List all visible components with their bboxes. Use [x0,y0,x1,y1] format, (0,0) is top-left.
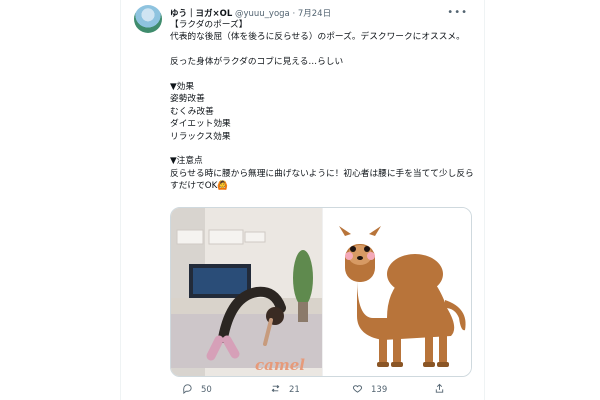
share-button[interactable] [434,383,445,397]
tweet-actions: 50 21 139 [170,383,470,397]
tweet-line [170,69,475,81]
yoga-photo[interactable]: camel [171,208,322,376]
tweet-line: 【ラクダのポーズ】 [170,20,248,30]
tweet-line [170,143,475,155]
media-caption: camel [255,356,305,374]
tweet-line: 反らせる時に腰から無理に曲げないように！初心者は腰に手を当てて少し反らすだけでO… [170,168,474,192]
tweet-line: 代表的な後屈（体を後ろに反らせる）のポーズ。デスクワークにオススメ。 [170,32,465,43]
more-options-icon[interactable]: ••• [447,7,468,18]
tweet-line: 反った身体がラクダのコブに見える…らしい [170,57,344,68]
like-count: 139 [371,385,388,395]
separator: · [292,9,296,19]
camel-illustration[interactable] [322,208,471,376]
retweet-icon [270,383,281,397]
like-button[interactable]: 139 [352,383,387,397]
tweet-date[interactable]: 7月24日 [298,9,331,19]
author-handle[interactable]: @yuuu_yoga [235,9,290,19]
tweet-text: 【ラクダのポーズ】 代表的な後屈（体を後ろに反らせる）のポーズ。デスクワークにオ… [170,19,475,193]
tweet-line: リラックス効果 [170,131,231,142]
author-name[interactable]: ゆう｜ヨガ×OL [170,9,232,19]
tweet-line: ▼注意点 [170,156,203,167]
reply-button[interactable]: 50 [182,383,212,397]
heart-icon [352,383,363,397]
reply-icon [182,383,193,397]
tweet-line: 姿勢改善 [170,94,205,105]
tweet-line [170,44,475,56]
media-grid[interactable]: camel [170,207,472,377]
retweet-count: 21 [289,385,300,395]
tweet-card[interactable]: ゆう｜ヨガ×OL @yuuu_yoga · 7月24日 ••• 【ラクダのポーズ… [120,0,485,400]
share-icon [434,383,445,397]
tweet-line: ▼効果 [170,82,195,92]
avatar[interactable] [134,5,162,33]
retweet-button[interactable]: 21 [270,383,300,397]
reply-count: 50 [201,385,212,395]
tweet-line: ダイエット効果 [170,119,231,130]
tweet-line: むくみ改善 [170,106,214,117]
